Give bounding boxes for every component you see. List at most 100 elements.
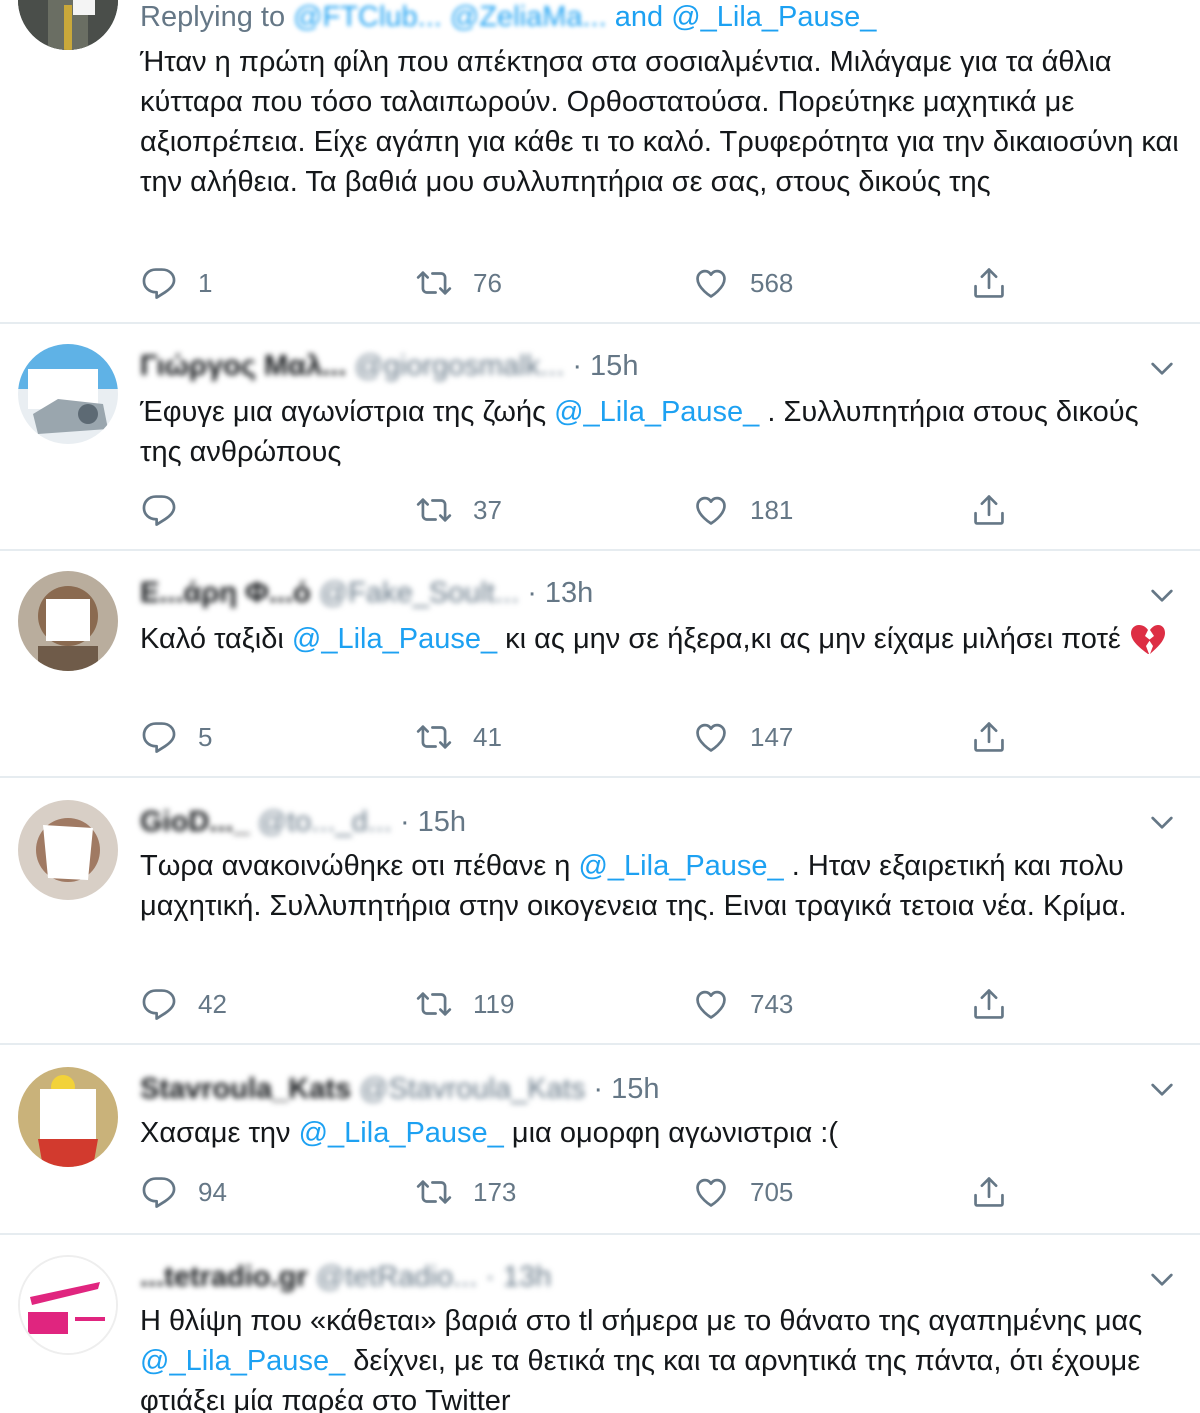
timestamp[interactable]: · 15h <box>593 1073 659 1105</box>
share-button[interactable] <box>970 263 1008 303</box>
timestamp[interactable]: · 13h <box>527 577 593 609</box>
avatar[interactable] <box>18 571 118 671</box>
display-name[interactable]: GioD..._ <box>140 802 250 842</box>
tweet-text: Τωρα ανακοινώθηκε οτι πέθανε η @_Lila_Pa… <box>140 846 1185 926</box>
reply-icon <box>140 1173 178 1211</box>
mention-link[interactable]: @_Lila_Pause_ <box>554 396 759 428</box>
tweet-text-part: Χασαμε την <box>140 1117 299 1149</box>
tweet-header: Stavroula_Kats @Stavroula_Kats · 15h <box>140 1069 660 1109</box>
tweet-header: GioD..._ @to..._d... · 15h <box>140 802 466 842</box>
like-count: 705 <box>750 1176 794 1207</box>
retweet-count: 119 <box>473 988 515 1019</box>
reply-count: 94 <box>198 1176 227 1207</box>
heart-icon <box>692 491 730 529</box>
replying-handle-link[interactable]: @ZeliaMa... <box>450 1 607 33</box>
like-button[interactable]: 568 <box>692 263 793 303</box>
avatar[interactable] <box>18 800 118 900</box>
chevron-down-icon[interactable] <box>1146 806 1178 838</box>
like-button[interactable]: 705 <box>692 1172 793 1212</box>
like-button[interactable]: 743 <box>692 984 793 1024</box>
tweet[interactable]: Γιώργος Μαλ... @giorgosmalk... · 15h Έφυ… <box>0 324 1200 551</box>
reply-icon <box>140 491 178 529</box>
tweet-text-part: μια ομορφη αγωνιστρια :( <box>503 1117 838 1149</box>
retweet-button[interactable]: 119 <box>415 984 514 1024</box>
tweet-actions: 37 181 <box>140 490 1040 530</box>
share-icon <box>970 985 1008 1023</box>
handle[interactable]: @tetRadio... <box>316 1257 478 1297</box>
timestamp[interactable]: · 13h <box>485 1257 551 1297</box>
reply-button[interactable] <box>140 490 198 530</box>
like-count: 743 <box>750 988 794 1019</box>
retweet-button[interactable]: 173 <box>415 1172 516 1212</box>
like-count: 568 <box>750 267 794 298</box>
like-button[interactable]: 147 <box>692 717 793 757</box>
retweet-count: 37 <box>473 494 502 525</box>
timestamp[interactable]: · 15h <box>572 350 638 382</box>
tweet-text: Καλό ταξιδι @_Lila_Pause_ κι ας μην σε ή… <box>140 619 1185 659</box>
replying-to: Replying to @FTClub... @ZeliaMa... and @… <box>140 0 876 37</box>
avatar[interactable] <box>18 0 118 50</box>
tweet-text: Χασαμε την @_Lila_Pause_ μια ομορφη αγων… <box>140 1113 1185 1153</box>
avatar[interactable] <box>18 1255 118 1355</box>
reply-count: 1 <box>198 267 213 298</box>
handle[interactable]: @giorgosmalk... <box>354 346 564 386</box>
heart-icon <box>692 1173 730 1211</box>
tweet-text: Ήταν η πρώτη φίλη που απέκτησα στα σοσια… <box>140 46 1179 198</box>
share-button[interactable] <box>970 984 1008 1024</box>
avatar[interactable] <box>18 1067 118 1167</box>
reply-icon <box>140 985 178 1023</box>
chevron-down-icon[interactable] <box>1146 1263 1178 1295</box>
tweet-actions: 5 41 147 <box>140 717 1040 757</box>
avatar[interactable] <box>18 344 118 444</box>
broken-heart-icon <box>1130 625 1165 655</box>
display-name[interactable]: ...tetradio.gr <box>140 1257 308 1297</box>
tweet-text-part: Η θλίψη που «κάθεται» βαριά στο tl σήμερ… <box>140 1305 1143 1337</box>
share-button[interactable] <box>970 490 1008 530</box>
reply-button[interactable]: 94 <box>140 1172 227 1212</box>
replying-handle-link[interactable]: @_Lila_Pause_ <box>671 1 876 33</box>
retweet-button[interactable]: 76 <box>415 263 502 303</box>
tweet-top-reply[interactable]: Replying to @FTClub... @ZeliaMa... and @… <box>0 0 1200 324</box>
reply-button[interactable]: 1 <box>140 263 212 303</box>
like-button[interactable]: 181 <box>692 490 793 530</box>
retweet-button[interactable]: 41 <box>415 717 502 757</box>
retweet-icon <box>415 718 453 756</box>
retweet-count: 76 <box>473 267 502 298</box>
heart-icon <box>692 264 730 302</box>
mention-link[interactable]: @_Lila_Pause_ <box>578 850 783 882</box>
retweet-button[interactable]: 37 <box>415 490 502 530</box>
replying-handle-link[interactable]: @FTClub... <box>293 1 442 33</box>
display-name[interactable]: Stavroula_Kats <box>140 1069 351 1109</box>
tweet[interactable]: Stavroula_Kats @Stavroula_Kats · 15h Χασ… <box>0 1045 1200 1235</box>
reply-count: 5 <box>198 721 213 752</box>
mention-link[interactable]: @_Lila_Pause_ <box>299 1117 504 1149</box>
share-button[interactable] <box>970 717 1008 757</box>
display-name[interactable]: Γιώργος Μαλ... <box>140 346 346 386</box>
tweet-header: Γιώργος Μαλ... @giorgosmalk... · 15h <box>140 346 638 386</box>
mention-link[interactable]: @_Lila_Pause_ <box>140 1345 345 1377</box>
reply-icon <box>140 718 178 756</box>
handle[interactable]: @to..._d... <box>258 802 392 842</box>
tweet-header: Ε...άρη Φ...ό @Fake_Soult... · 13h <box>140 573 593 613</box>
tweet-text-part: Καλό ταξιδι <box>140 623 292 655</box>
reply-button[interactable]: 42 <box>140 984 227 1024</box>
timestamp[interactable]: · 15h <box>400 806 466 838</box>
replying-and: and <box>614 1 664 33</box>
tweet[interactable]: GioD..._ @to..._d... · 15h Τωρα ανακοινώ… <box>0 778 1200 1045</box>
reply-button[interactable]: 5 <box>140 717 212 757</box>
share-button[interactable] <box>970 1172 1008 1212</box>
like-count: 147 <box>750 721 794 752</box>
tweet-header: ...tetradio.gr @tetRadio... · 13h <box>140 1257 551 1297</box>
tweet-text-part: Έφυγε μια αγωνίστρια της ζωής <box>140 396 555 428</box>
handle[interactable]: @Fake_Soult... <box>319 573 519 613</box>
tweet-actions: 94 173 705 <box>140 1172 1040 1212</box>
handle[interactable]: @Stavroula_Kats <box>359 1069 585 1109</box>
chevron-down-icon[interactable] <box>1146 579 1178 611</box>
tweet[interactable]: Ε...άρη Φ...ό @Fake_Soult... · 13h Καλό … <box>0 551 1200 778</box>
tweet[interactable]: ...tetradio.gr @tetRadio... · 13h Η θλίψ… <box>0 1235 1200 1413</box>
chevron-down-icon[interactable] <box>1146 1073 1178 1105</box>
chevron-down-icon[interactable] <box>1146 352 1178 384</box>
mention-link[interactable]: @_Lila_Pause_ <box>292 623 497 655</box>
display-name[interactable]: Ε...άρη Φ...ό <box>140 573 311 613</box>
retweet-icon <box>415 491 453 529</box>
